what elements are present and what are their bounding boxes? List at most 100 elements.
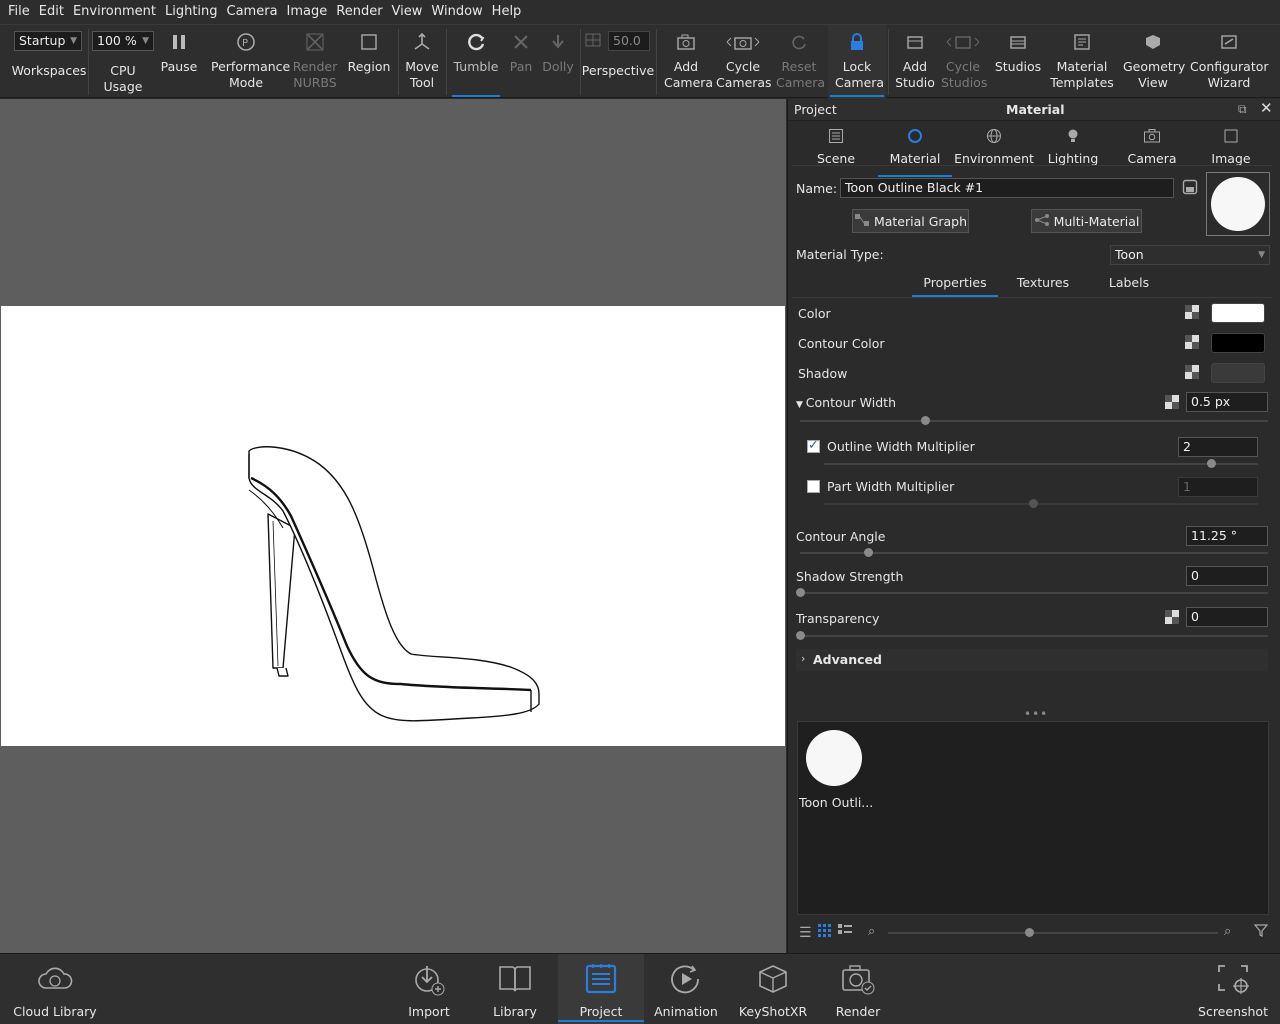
detail-view-icon[interactable] [838, 924, 852, 941]
render-viewport[interactable] [0, 99, 786, 953]
lock-camera-button[interactable]: Lock Camera [828, 25, 886, 99]
menu-camera[interactable]: Camera [223, 0, 282, 24]
slider-knob[interactable] [796, 588, 805, 597]
material-name-input[interactable]: Toon Outline Black #1 [840, 178, 1174, 198]
tab-lighting[interactable]: Lighting [1034, 121, 1112, 181]
tab-scene[interactable]: Scene [797, 121, 875, 181]
render-canvas[interactable] [1, 306, 785, 746]
pan-button[interactable]: Pan [504, 25, 538, 99]
perspective-button[interactable]: Perspective [582, 63, 654, 99]
cpu-usage-button[interactable]: CPU Usage [90, 63, 156, 99]
thumbnail-size-slider[interactable] [888, 928, 1218, 937]
slider-knob[interactable] [1029, 499, 1038, 508]
studios-button[interactable]: Studios [992, 25, 1044, 99]
shadow-strength-input[interactable]: 0 [1186, 566, 1268, 586]
close-icon[interactable]: ✕ [1260, 99, 1273, 117]
color-swatch[interactable] [1211, 303, 1265, 323]
list-view-icon[interactable]: ☰ [799, 925, 812, 941]
texture-map-icon[interactable] [1165, 610, 1179, 624]
texture-map-icon[interactable] [1165, 395, 1179, 409]
keyshotxr-button[interactable]: KeyShotXR [736, 954, 810, 1024]
move-tool-button[interactable]: Move Tool [400, 25, 444, 99]
project-button[interactable]: Project [558, 954, 644, 1024]
texture-map-icon[interactable] [1185, 365, 1199, 379]
slider-knob[interactable] [1025, 928, 1034, 937]
zoom-in-icon[interactable]: ⌕ [1224, 924, 1231, 939]
contour-color-swatch[interactable] [1211, 333, 1265, 353]
render-button[interactable]: Render [828, 954, 888, 1024]
grid-view-icon[interactable] [818, 924, 832, 941]
save-icon[interactable] [1182, 179, 1198, 198]
pause-button[interactable]: Pause [158, 25, 200, 99]
render-nurbs-button[interactable]: Render NURBS [290, 25, 340, 99]
outline-width-slider[interactable] [824, 459, 1258, 468]
subtab-properties[interactable]: Properties [912, 275, 998, 297]
contour-width-slider[interactable] [800, 416, 1268, 425]
slider-knob[interactable] [796, 631, 805, 640]
add-studio-button[interactable]: Add Studio [892, 25, 938, 99]
advanced-section-header[interactable]: › Advanced [796, 649, 1268, 671]
screenshot-button[interactable]: Screenshot [1196, 954, 1270, 1024]
subtab-textures[interactable]: Textures [1000, 275, 1086, 297]
transparency-input[interactable]: 0 [1186, 607, 1268, 627]
texture-map-icon[interactable] [1185, 305, 1199, 319]
menu-window[interactable]: Window [427, 0, 486, 24]
material-thumbnail[interactable] [806, 730, 862, 786]
material-preview-thumbnail[interactable] [1206, 172, 1270, 236]
zoom-out-icon[interactable]: ⌕ [868, 924, 875, 939]
workspace-select[interactable]: Startup ▼ [14, 31, 82, 51]
shadow-strength-slider[interactable] [796, 588, 1268, 597]
menu-file[interactable]: File [4, 0, 34, 24]
part-width-checkbox[interactable] [807, 480, 820, 493]
contour-width-toggle[interactable]: ▼ Contour Width [796, 395, 896, 410]
subtab-labels[interactable]: Labels [1086, 275, 1172, 297]
transparency-slider[interactable] [796, 631, 1268, 640]
region-button[interactable]: Region [344, 25, 394, 99]
cloud-library-button[interactable]: Cloud Library [10, 954, 100, 1024]
import-button[interactable]: Import [400, 954, 458, 1024]
filter-icon[interactable] [1253, 923, 1269, 940]
undock-icon[interactable]: ⧉ [1238, 102, 1247, 117]
part-width-slider[interactable] [824, 499, 1258, 508]
cycle-studios-button[interactable]: Cycle Studios [940, 25, 987, 99]
tab-material[interactable]: Material [876, 121, 954, 181]
menu-image[interactable]: Image [283, 0, 332, 24]
multi-material-button[interactable]: Multi-Material [1031, 209, 1142, 233]
fov-input[interactable]: 50.0 [608, 31, 650, 51]
menu-render[interactable]: Render [332, 0, 386, 24]
menu-help[interactable]: Help [488, 0, 526, 24]
performance-mode-button[interactable]: P Performance Mode [204, 25, 290, 99]
configurator-wizard-button[interactable]: Configurator Wizard [1188, 25, 1270, 99]
outline-width-checkbox[interactable] [807, 438, 820, 453]
contour-angle-input[interactable]: 11.25 ° [1186, 526, 1268, 546]
part-width-input[interactable]: 1 [1178, 477, 1258, 497]
add-camera-button[interactable]: Add Camera [660, 25, 713, 99]
menu-environment[interactable]: Environment [69, 0, 160, 24]
tab-camera[interactable]: Camera [1113, 121, 1191, 181]
contour-width-input[interactable]: 0.5 px [1186, 392, 1268, 412]
dolly-button[interactable]: Dolly [540, 25, 576, 99]
workspaces-button[interactable]: Workspaces [10, 63, 88, 99]
slider-knob[interactable] [1207, 459, 1216, 468]
geometry-view-button[interactable]: Geometry View [1120, 25, 1186, 99]
animation-button[interactable]: Animation [652, 954, 720, 1024]
material-graph-button[interactable]: Material Graph [852, 209, 969, 233]
outline-width-input[interactable]: 2 [1178, 437, 1258, 457]
library-button[interactable]: Library [486, 954, 544, 1024]
cpu-usage-select[interactable]: 100 % ▼ [92, 31, 154, 51]
splitter-handle[interactable]: ••• [1024, 707, 1048, 721]
slider-knob[interactable] [921, 416, 930, 425]
high-heel-shoe-model[interactable] [1, 306, 785, 746]
shadow-swatch[interactable] [1211, 363, 1265, 383]
tumble-button[interactable]: Tumble [450, 25, 502, 99]
tab-environment[interactable]: Environment [954, 121, 1034, 181]
cycle-cameras-button[interactable]: Cycle Cameras [714, 25, 772, 99]
reset-camera-button[interactable]: Reset Camera [774, 25, 825, 99]
menu-lighting[interactable]: Lighting [161, 0, 222, 24]
material-type-select[interactable]: Toon ▼ [1110, 245, 1270, 265]
menu-view[interactable]: View [388, 0, 427, 24]
slider-knob[interactable] [864, 548, 873, 557]
contour-angle-slider[interactable] [800, 548, 1268, 557]
texture-map-icon[interactable] [1185, 335, 1199, 349]
material-templates-button[interactable]: Material Templates [1046, 25, 1118, 99]
